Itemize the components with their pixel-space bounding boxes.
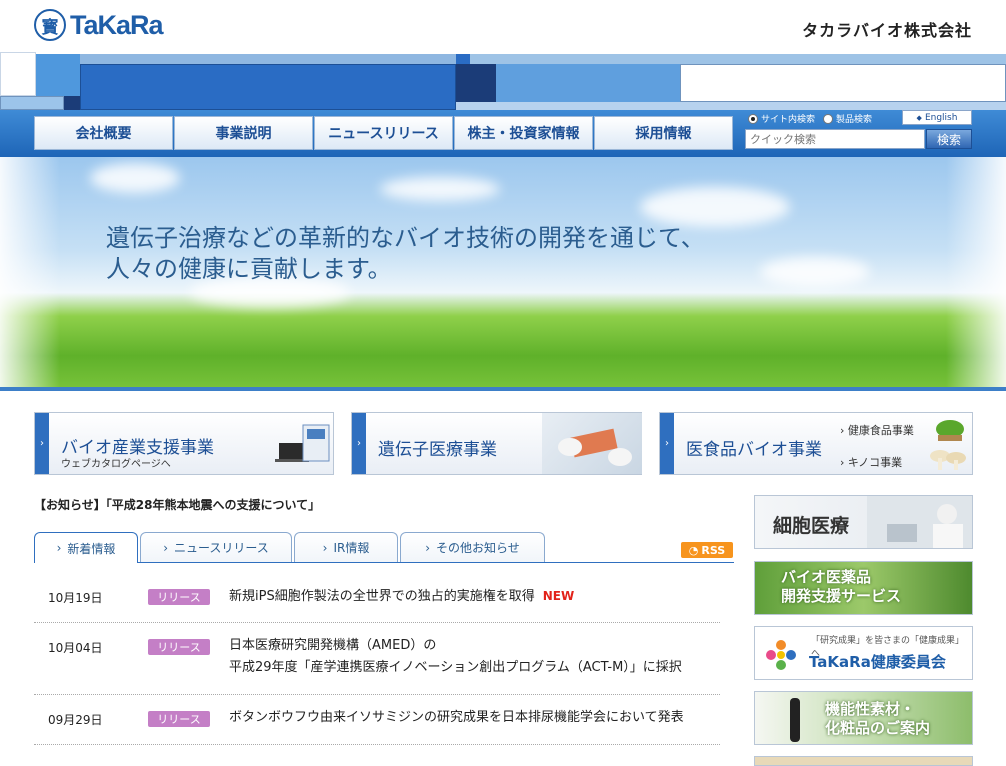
health-food-link[interactable]: › 健康食品事業 [840,422,914,438]
side-banner-functional-materials[interactable]: 機能性素材・ 化粧品のご案内 [754,691,973,745]
chevron-right-icon: › [56,541,62,555]
side-banner-cell-medicine[interactable]: 細胞医療 [754,495,973,549]
rss-button[interactable]: ◔ RSS [681,542,733,558]
release-badge: リリース [148,711,210,727]
new-badge: NEW [542,589,575,603]
news-link[interactable]: ボタンボウフウ由来イソサミジンの研究成果を日本排尿機能学会において発表 [229,707,684,729]
nav-news-release[interactable]: ニュースリリース [314,116,453,150]
header-mosaic-decoration [0,52,1006,110]
quick-search-input[interactable] [745,129,925,149]
logo-text: TaKaRa [70,9,164,40]
side-banner-biopharma[interactable]: バイオ医薬品 開発支援サービス [754,561,973,615]
lab-researcher-image [867,496,972,548]
radio-product-search[interactable]: 製品検索 [823,112,872,125]
diamond-icon: ◆ [916,113,922,122]
chevron-right-icon: › [425,540,431,555]
header: 寳 TaKaRa タカラバイオ株式会社 [0,0,1006,52]
tab-other[interactable]: › その他お知らせ [400,532,545,562]
tab-ir[interactable]: › IR情報 [294,532,398,562]
radio-site-label: サイト内検索 [761,115,816,125]
hero-line-2: 人々の健康に貢献します。 [106,255,392,283]
news-title: 新規iPS細胞作製法の全世界での独占的実施権を取得 [229,589,535,604]
banner-food-bio[interactable]: › 医食品バイオ事業 › 健康食品事業 › キノコ事業 [659,412,973,475]
news-title: ボタンボウフウ由来イソサミジンの研究成果を日本排尿機能学会において発表 [229,710,684,725]
banner-subtitle: ウェブカタログページへ [61,459,171,470]
takara-logo-icon: 寳 [34,9,66,41]
chevron-right-icon: › [352,413,366,474]
side-banner-label: バイオ医薬品 開発支援サービス [781,568,901,606]
news-tabs: › 新着情報 › ニュースリリース › IR情報 › その他お知らせ [34,532,734,563]
health-title: TaKaRa健康委員会 [809,653,946,671]
nav-business[interactable]: 事業説明 [174,116,313,150]
release-badge: リリース [148,589,210,605]
news-date: 10月19日 [48,591,103,605]
hero-divider [0,387,1006,391]
news-date: 09月29日 [48,713,103,727]
mushroom-label: キノコ事業 [847,456,903,469]
biopharma-line-2: 開発支援サービス [781,587,902,605]
banner-gene-medicine[interactable]: › 遺伝子医療事業 [351,412,642,475]
mushroom-link[interactable]: › キノコ事業 [840,454,902,470]
chevron-right-icon: › [35,413,49,474]
biopharma-line-1: バイオ医薬品 [781,568,872,586]
radio-site-search[interactable]: サイト内検索 [748,112,815,125]
nav-investor[interactable]: 株主・投資家情報 [454,116,593,150]
flower-logo-icon [763,637,799,673]
news-title-line-1: 日本医療研究開発機構（AMED）の [229,638,437,653]
side-banner-label: 機能性素材・ 化粧品のご案内 [825,700,930,738]
tab-news-release[interactable]: › ニュースリリース [140,532,292,562]
english-link[interactable]: ◆ English [902,110,972,125]
rss-icon: ◔ [688,543,699,557]
hero-message: 遺伝子治療などの革新的なバイオ技術の開発を通じて、 人々の健康に貢献します。 [106,223,705,285]
tab-latest[interactable]: › 新着情報 [34,532,138,563]
news-item: 09月29日 リリース ボタンボウフウ由来イソサミジンの研究成果を日本排尿機能学… [34,702,720,745]
takara-logo[interactable]: 寳 TaKaRa [34,9,164,41]
news-link[interactable]: 日本医療研究開発機構（AMED）の平成29年度「産学連携医療イノベーション創出プ… [229,635,682,679]
english-label: English [924,112,958,123]
lab-instrument-image [271,419,331,467]
hero-line-1: 遺伝子治療などの革新的なバイオ技術の開発を通じて、 [106,224,705,252]
side-banner-health-committee[interactable]: 「研究成果」を皆さまの「健康成果」へ TaKaRa健康委員会 [754,626,973,680]
radio-selected-icon [748,113,758,124]
tab-other-label: その他お知らせ [436,541,520,555]
cosmetic-bottle-image [785,694,805,744]
plant-image [930,415,970,443]
release-badge: リリース [148,639,210,655]
news-item: 10月04日 リリース 日本医療研究開発機構（AMED）の平成29年度「産学連携… [34,630,720,695]
functional-line-1: 機能性素材・ [825,700,916,718]
chevron-right-icon: › [163,540,168,555]
nav-recruit[interactable]: 採用情報 [594,116,733,150]
hero-image: 遺伝子治療などの革新的なバイオ技術の開発を通じて、 人々の健康に貢献します。 [0,157,1006,391]
banner-title: 遺伝子医療事業 [378,440,497,460]
side-banner-label: 細胞医療 [773,515,850,537]
radio-product-label: 製品検索 [836,115,873,125]
lab-hands-image [542,413,642,474]
tab-ir-label: IR情報 [333,541,370,555]
news-title-line-2: 平成29年度「産学連携医療イノベーション創出プログラム（ACT-M）」に採択 [229,660,682,675]
search-button[interactable]: 検索 [926,129,972,149]
company-name: タカラバイオ株式会社 [802,21,972,40]
tab-latest-label: 新着情報 [67,541,116,556]
chevron-right-icon: › [660,413,674,474]
side-banner-partial[interactable] [754,756,973,766]
chevron-right-icon: › [322,540,328,555]
news-date: 10月04日 [48,641,103,655]
search-options: サイト内検索 製品検索 [748,112,872,125]
nav-company-overview[interactable]: 会社概要 [34,116,173,150]
banner-title: 医食品バイオ事業 [686,440,822,460]
banner-bio-industry[interactable]: › バイオ産業支援事業 ウェブカタログページへ [34,412,334,475]
functional-line-2: 化粧品のご案内 [825,719,931,737]
radio-unselected-icon [823,113,834,124]
mushroom-image [926,446,970,472]
news-link[interactable]: 新規iPS細胞作製法の全世界での独占的実施権を取得 NEW [229,585,574,608]
notice-link[interactable]: 【お知らせ】「平成28年熊本地震への支援について」 [34,496,320,513]
tab-news-release-label: ニュースリリース [174,541,269,555]
rss-label: RSS [701,543,726,557]
health-food-label: 健康食品事業 [847,424,914,437]
news-item: 10月19日 リリース 新規iPS細胞作製法の全世界での独占的実施権を取得 NEW [34,580,720,623]
